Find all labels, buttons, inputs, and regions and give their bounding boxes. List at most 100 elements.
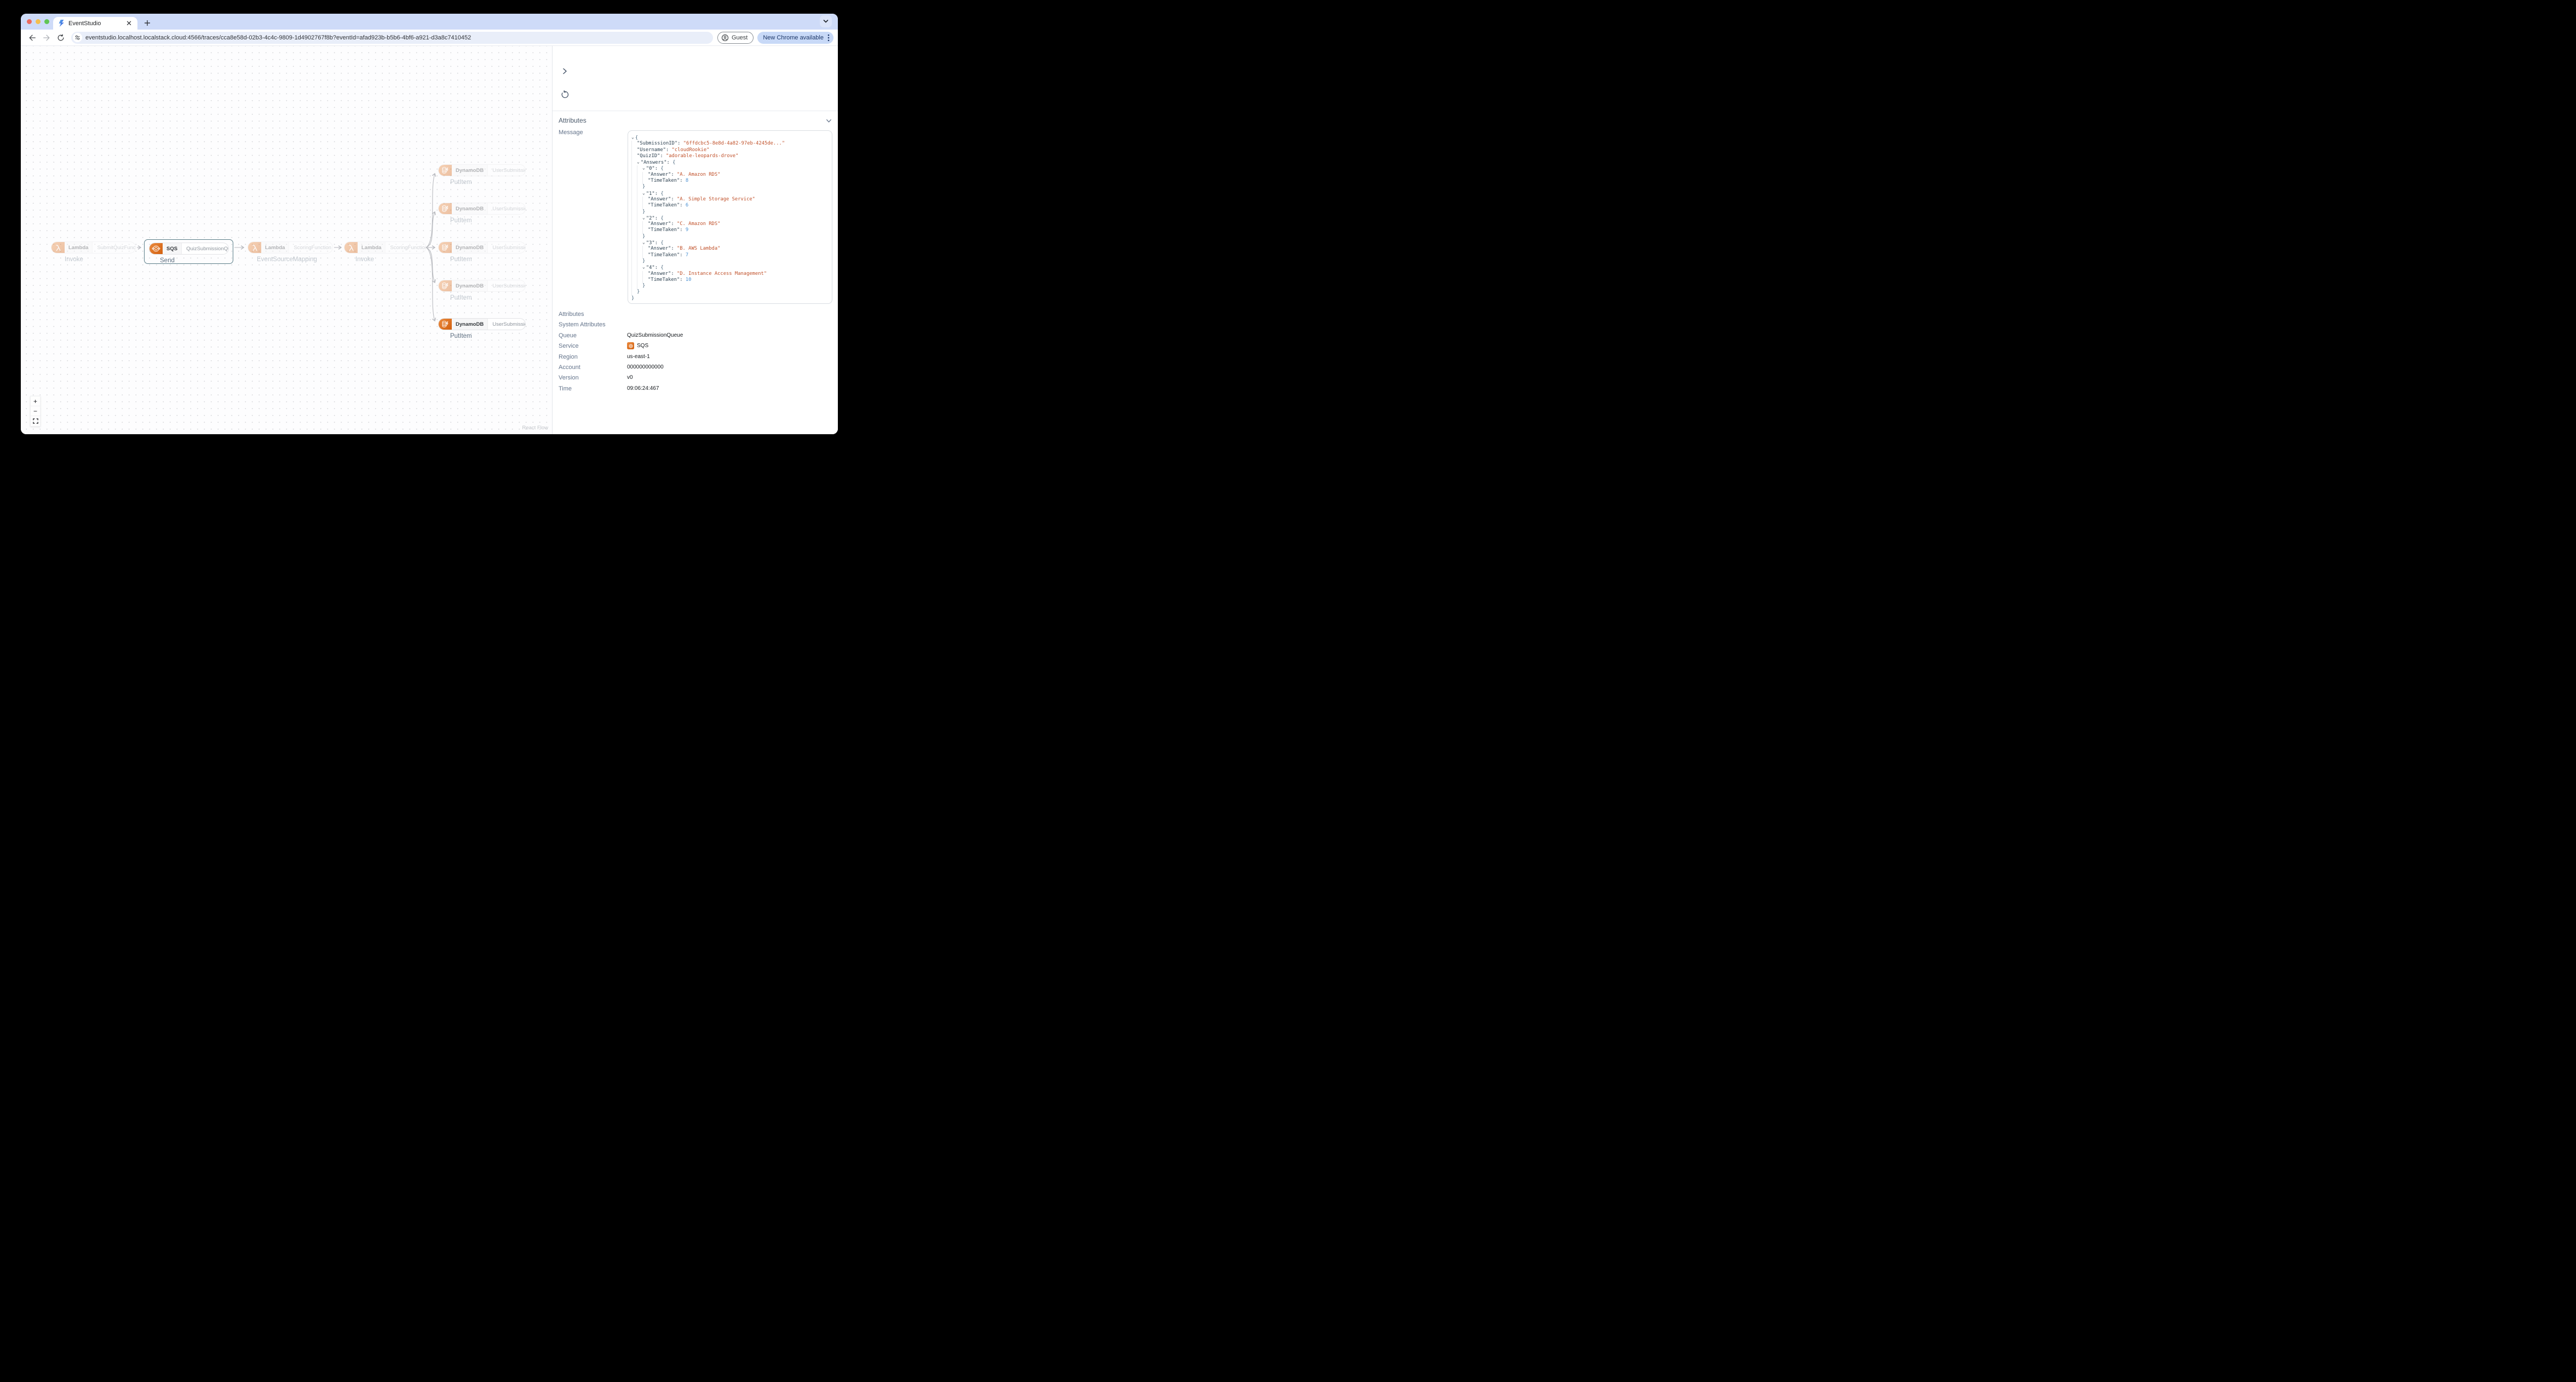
node-service-label: Lambda <box>261 242 290 253</box>
site-settings-icon <box>75 35 80 40</box>
url-bar[interactable]: eventstudio.localhost.localstack.cloud:4… <box>71 31 713 44</box>
url-text: eventstudio.localhost.localstack.cloud:4… <box>85 34 472 41</box>
node-resource-label: QuizSubmissionQueue <box>186 245 228 252</box>
collapse-caret-icon[interactable]: ⌄ <box>642 165 645 171</box>
reload-button[interactable] <box>54 31 68 45</box>
flow-edges <box>137 172 436 322</box>
fullscreen-icon <box>32 418 38 424</box>
tab-eventstudio[interactable]: EventStudio ✕ <box>53 17 137 30</box>
json-line: "SubmissionID": "6ffdcbc5-8e8d-4a82-97eb… <box>631 141 827 147</box>
json-line: ⌄ "1": { <box>631 190 827 197</box>
node-service-label: Lambda <box>65 242 93 253</box>
flow-node-submitquizfunction[interactable]: Lambda SubmitQuizFunction Invoke <box>51 241 136 263</box>
flow-node-usersubmissions[interactable]: DynamoDB UserSubmissions PutItem <box>438 203 526 224</box>
node-resource-label: ScoringFunction <box>294 244 332 251</box>
tab-title: EventStudio <box>68 20 101 27</box>
edge-fan-1 <box>426 172 436 248</box>
browser-toolbar: eventstudio.localhost.localstack.cloud:4… <box>21 30 838 46</box>
flow-node-usersubmissions[interactable]: DynamoDB UserSubmissions PutItem <box>438 241 526 263</box>
flow-node-scoringfunction[interactable]: Lambda ScoringFunction Invoke <box>344 241 426 263</box>
forward-button[interactable] <box>39 31 54 45</box>
collapse-caret-icon[interactable]: ⌄ <box>642 239 645 245</box>
attributes-section-header[interactable]: Attributes <box>559 117 832 124</box>
node-service-label: DynamoDB <box>452 165 488 176</box>
back-button[interactable] <box>25 31 39 45</box>
attribute-row-account: Account 000000000000 <box>559 362 833 372</box>
guest-avatar-icon <box>721 34 729 41</box>
lambda-icon <box>51 242 65 253</box>
flow-node-usersubmissions[interactable]: DynamoDB UserSubmissions PutItem <box>438 318 526 339</box>
message-json-viewer[interactable]: ⌄{"SubmissionID": "6ffdcbc5-8e8d-4a82-97… <box>628 130 832 304</box>
json-line: ⌄ "2": { <box>631 215 827 222</box>
forward-arrow-icon <box>43 34 50 41</box>
guest-profile-button[interactable]: Guest <box>717 31 754 44</box>
flow-zoom-controls: + − <box>30 396 41 427</box>
window-controls <box>27 19 49 24</box>
json-line: "TimeTaken": 10 <box>631 277 827 284</box>
json-line: "Answer": "C. Amazon RDS" <box>631 221 827 228</box>
json-line: ⌄ "3": { <box>631 240 827 246</box>
attribute-row-system-attributes[interactable]: System Attributes <box>559 319 833 330</box>
chevron-down-icon <box>826 119 831 122</box>
flow-node-scoringfunction[interactable]: Lambda ScoringFunction EventSourceMapping <box>248 241 333 263</box>
node-service-label: Lambda <box>358 242 386 253</box>
flow-node-quizsubmissionqueue[interactable]: SQS QuizSubmissionQueue Send <box>149 243 229 264</box>
chrome-update-chip[interactable]: New Chrome available <box>757 31 833 44</box>
zoom-in-button[interactable]: + <box>31 396 40 406</box>
attribute-value: us-east-1 <box>627 353 650 360</box>
fit-view-button[interactable] <box>31 416 40 426</box>
node-service-label: DynamoDB <box>452 203 488 214</box>
eventstudio-favicon <box>59 20 64 27</box>
json-line: "TimeTaken": 8 <box>631 178 827 185</box>
collapse-caret-icon[interactable]: ⌄ <box>642 264 645 270</box>
attribute-row-time: Time 09:06:24:467 <box>559 383 833 394</box>
collapse-caret-icon[interactable]: ⌄ <box>631 134 634 140</box>
collapse-panel-button[interactable] <box>559 66 570 77</box>
json-line: } <box>631 283 827 290</box>
attribute-value: 09:06:24:467 <box>627 385 659 391</box>
chrome-update-label: New Chrome available <box>763 34 824 41</box>
collapse-caret-icon[interactable]: ⌄ <box>642 215 645 221</box>
flow-node-usersubmissions[interactable]: DynamoDB UserSubmissions PutItem <box>438 164 526 186</box>
back-arrow-icon <box>29 34 36 41</box>
collapse-caret-icon[interactable]: ⌄ <box>637 159 640 165</box>
minimize-window-button[interactable] <box>36 19 41 24</box>
json-line: ⌄ "0": { <box>631 165 827 172</box>
edge-fan-2 <box>426 211 436 248</box>
message-label: Message <box>559 129 583 136</box>
zoom-out-button[interactable]: − <box>31 406 40 416</box>
new-tab-button[interactable] <box>142 18 153 28</box>
collapse-caret-icon[interactable]: ⌄ <box>642 190 645 196</box>
flow-canvas[interactable]: + − React Flow Lambda SubmitQuizFunction I… <box>21 46 552 434</box>
node-resource-label: UserSubmissions <box>492 205 525 212</box>
flow-node-usersubmissions[interactable]: DynamoDB UserSubmissions PutItem <box>438 280 526 301</box>
close-tab-icon[interactable]: ✕ <box>125 20 133 27</box>
zoom-window-button[interactable] <box>44 19 49 24</box>
attribute-value: v0 <box>627 375 633 381</box>
edge-fan-5 <box>426 247 436 322</box>
attribute-value: 000000000000 <box>627 364 664 370</box>
attribute-label: System Attributes <box>559 321 606 329</box>
node-service-label: DynamoDB <box>452 280 488 291</box>
node-resource-label: SubmitQuizFunction <box>97 244 136 251</box>
node-resource-label: UserSubmissions <box>492 321 525 327</box>
close-window-button[interactable] <box>27 19 32 24</box>
site-settings-button[interactable] <box>73 33 82 42</box>
guest-label: Guest <box>731 34 748 41</box>
edge-fan-4 <box>426 247 436 284</box>
replay-event-button[interactable] <box>559 89 570 100</box>
chevron-right-icon <box>563 68 567 74</box>
tab-search-button[interactable] <box>820 15 832 27</box>
browser-window: EventStudio ✕ eventstudio.localhost.loca… <box>21 14 838 434</box>
plus-icon <box>145 20 150 26</box>
json-line: "Username": "cloudRookie" <box>631 147 827 153</box>
dynamodb-icon <box>439 319 452 330</box>
attribute-row-attributes[interactable]: Attributes <box>559 309 833 319</box>
json-line: "QuizID": "adorable-leopards-drove" <box>631 153 827 160</box>
node-service-label: DynamoDB <box>452 319 488 330</box>
reload-icon <box>58 33 64 41</box>
json-line: "Answer": "A. Amazon RDS" <box>631 171 827 178</box>
more-menu-icon[interactable] <box>827 34 830 42</box>
node-resource-label: UserSubmissions <box>492 167 525 174</box>
node-operation-label: PutItem <box>450 179 472 186</box>
